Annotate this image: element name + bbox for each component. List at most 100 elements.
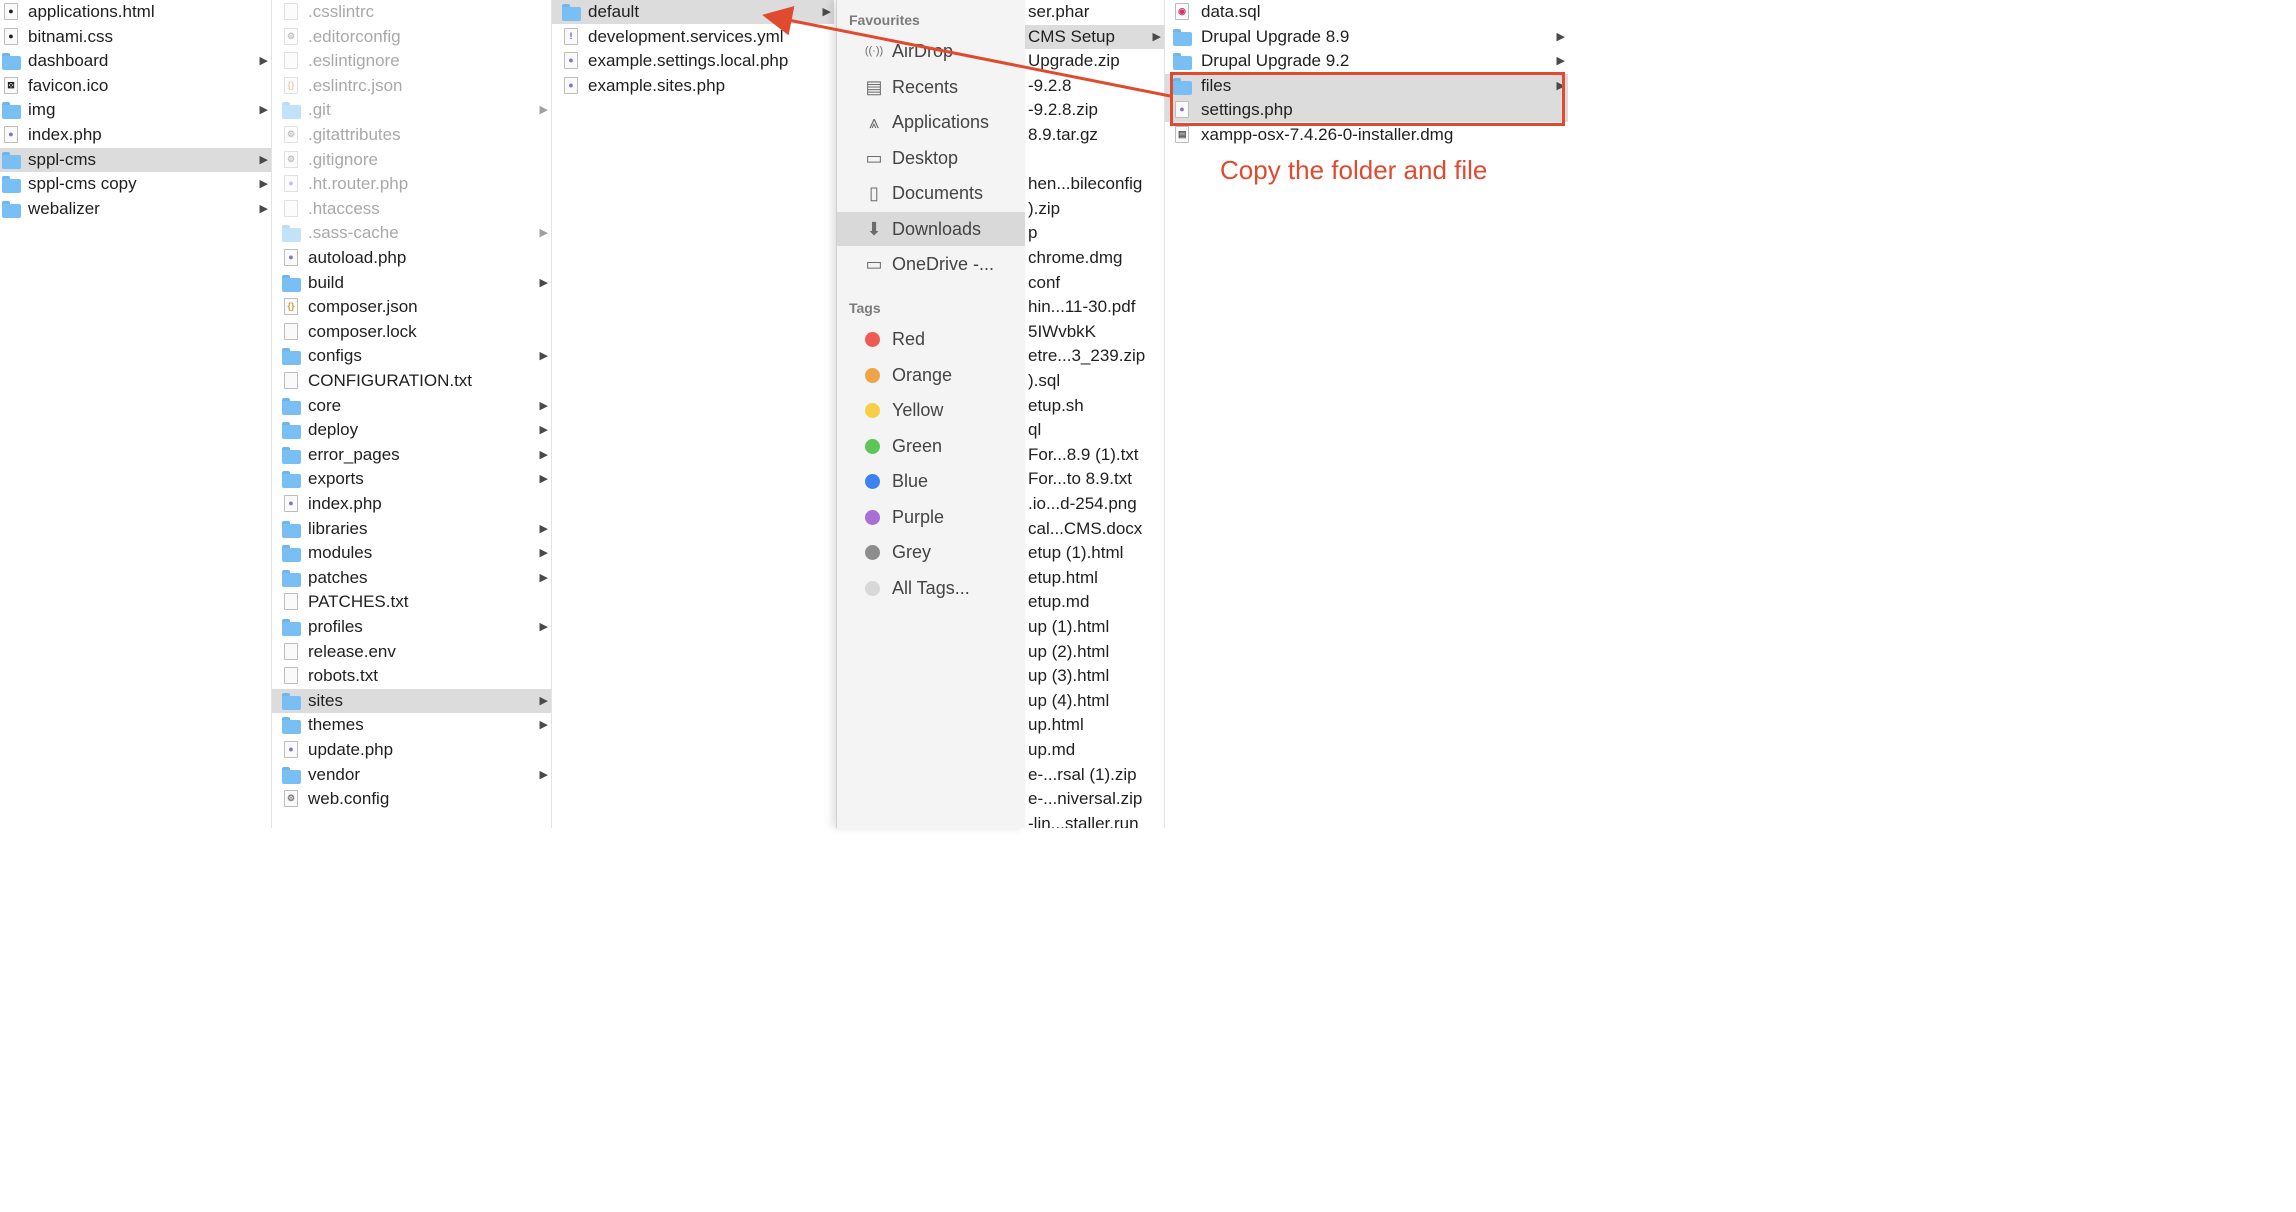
folder-row[interactable]: exports ▶	[272, 467, 551, 491]
file-row[interactable]: e-...rsal (1).zip	[1024, 763, 1164, 787]
folder-row[interactable]: modules ▶	[272, 541, 551, 565]
file-row[interactable]: ● example.sites.php	[552, 74, 834, 98]
file-row[interactable]: robots.txt	[272, 664, 551, 688]
file-row[interactable]: conf	[1024, 271, 1164, 295]
sidebar-tag-label: Red	[892, 329, 926, 349]
sidebar-item[interactable]: ▭ Desktop	[837, 141, 1025, 175]
file-row[interactable]: etup (1).html	[1024, 541, 1164, 565]
file-row[interactable]: For...to 8.9.txt	[1024, 467, 1164, 491]
file-row[interactable]: up.md	[1024, 738, 1164, 762]
folder-row[interactable]: profiles ▶	[272, 615, 551, 639]
file-row[interactable]: CONFIGURATION.txt	[272, 369, 551, 393]
file-row[interactable]: etre...3_239.zip	[1024, 344, 1164, 368]
folder-row[interactable]: error_pages ▶	[272, 443, 551, 467]
file-row[interactable]: -9.2.8	[1024, 74, 1164, 98]
file-row[interactable]: up (3).html	[1024, 664, 1164, 688]
sidebar-item[interactable]: ⬇ Downloads	[837, 211, 1025, 246]
file-row[interactable]: up (4).html	[1024, 689, 1164, 713]
sidebar-tag[interactable]: Red	[837, 322, 1025, 356]
file-row[interactable]: ! development.services.yml	[552, 25, 834, 49]
folder-row[interactable]: default ▶	[552, 0, 834, 24]
folder-row[interactable]: img ▶	[0, 98, 271, 122]
file-row[interactable]: -9.2.8.zip	[1024, 98, 1164, 122]
file-row[interactable]: ● applications.html	[0, 0, 271, 24]
sidebar-item[interactable]: ▤ Recents	[837, 70, 1025, 104]
file-row[interactable]: p	[1024, 221, 1164, 245]
file-row[interactable]: ● autoload.php	[272, 246, 551, 270]
file-row[interactable]: etup.md	[1024, 590, 1164, 614]
sidebar-item[interactable]: ⩓ Applications	[837, 105, 1025, 139]
file-row[interactable]: PATCHES.txt	[272, 590, 551, 614]
file-row[interactable]: etup.html	[1024, 566, 1164, 590]
file-row[interactable]: ● .ht.router.php	[272, 172, 551, 196]
file-row[interactable]: release.env	[272, 640, 551, 664]
sidebar-tag[interactable]: All Tags...	[837, 571, 1025, 605]
file-row[interactable]: ◉ data.sql	[1165, 0, 1568, 24]
folder-row[interactable]: themes ▶	[272, 713, 551, 737]
file-row[interactable]: .csslintrc	[272, 0, 551, 24]
folder-row[interactable]: deploy ▶	[272, 418, 551, 442]
file-row[interactable]: ⚙ web.config	[272, 787, 551, 811]
folder-row[interactable]: .git ▶	[272, 98, 551, 122]
file-row[interactable]: up.html	[1024, 713, 1164, 737]
sidebar-tag[interactable]: Blue	[837, 464, 1025, 498]
file-row[interactable]: ql	[1024, 418, 1164, 442]
sidebar-item[interactable]: ((·)) AirDrop	[837, 34, 1025, 68]
file-row[interactable]: ser.phar	[1024, 0, 1164, 24]
sidebar-tag[interactable]: Grey	[837, 535, 1025, 569]
file-row[interactable]: {} composer.json	[272, 295, 551, 319]
file-row[interactable]: hen...bileconfig	[1024, 172, 1164, 196]
file-row[interactable]: ▤ xampp-osx-7.4.26-0-installer.dmg	[1165, 123, 1568, 147]
folder-row[interactable]: patches ▶	[272, 566, 551, 590]
file-row[interactable]: {} .eslintrc.json	[272, 74, 551, 98]
file-row[interactable]: ⚙ .gitattributes	[272, 123, 551, 147]
file-row[interactable]: ⚙ .editorconfig	[272, 25, 551, 49]
file-row[interactable]: ● bitnami.css	[0, 25, 271, 49]
sidebar-tag[interactable]: Purple	[837, 500, 1025, 534]
file-row[interactable]: ● index.php	[272, 492, 551, 516]
file-row[interactable]: CMS Setup ▶	[1024, 24, 1164, 49]
file-row[interactable]: etup.sh	[1024, 394, 1164, 418]
file-row[interactable]: composer.lock	[272, 320, 551, 344]
file-row[interactable]: -lin...staller.run	[1024, 812, 1164, 828]
file-row[interactable]: ⊠ favicon.ico	[0, 74, 271, 98]
file-row[interactable]: Upgrade.zip	[1024, 49, 1164, 73]
file-row[interactable]: ⚙ .gitignore	[272, 148, 551, 172]
file-row[interactable]: chrome.dmg	[1024, 246, 1164, 270]
folder-row[interactable]: sppl-cms copy ▶	[0, 172, 271, 196]
folder-row[interactable]: webalizer ▶	[0, 197, 271, 221]
file-row[interactable]	[1024, 148, 1164, 172]
file-row[interactable]: .eslintignore	[272, 49, 551, 73]
file-row[interactable]: ● example.settings.local.php	[552, 49, 834, 73]
sidebar-tag[interactable]: Orange	[837, 358, 1025, 392]
sidebar-item[interactable]: ▭ OneDrive -...	[837, 247, 1025, 281]
file-row[interactable]: .io...d-254.png	[1024, 492, 1164, 516]
sidebar-tag[interactable]: Green	[837, 429, 1025, 463]
folder-row[interactable]: Drupal Upgrade 9.2 ▶	[1165, 49, 1568, 73]
folder-row[interactable]: sppl-cms ▶	[0, 147, 271, 172]
folder-row[interactable]: .sass-cache ▶	[272, 221, 551, 245]
file-row[interactable]: For...8.9 (1).txt	[1024, 443, 1164, 467]
file-row[interactable]: e-...niversal.zip	[1024, 787, 1164, 811]
file-row[interactable]: ● update.php	[272, 738, 551, 762]
file-row[interactable]: up (2).html	[1024, 640, 1164, 664]
folder-row[interactable]: configs ▶	[272, 344, 551, 368]
file-row[interactable]: 5IWvbkK	[1024, 320, 1164, 344]
sidebar-item[interactable]: ▯ Documents	[837, 176, 1025, 210]
folder-row[interactable]: build ▶	[272, 271, 551, 295]
sidebar-tag[interactable]: Yellow	[837, 393, 1025, 427]
folder-row[interactable]: libraries ▶	[272, 517, 551, 541]
file-row[interactable]: 8.9.tar.gz	[1024, 123, 1164, 147]
folder-row[interactable]: vendor ▶	[272, 763, 551, 787]
file-row[interactable]: ).sql	[1024, 369, 1164, 393]
file-row[interactable]: ● index.php	[0, 123, 271, 147]
folder-row[interactable]: dashboard ▶	[0, 49, 271, 73]
file-row[interactable]: up (1).html	[1024, 615, 1164, 639]
folder-row[interactable]: Drupal Upgrade 8.9 ▶	[1165, 25, 1568, 49]
file-row[interactable]: .htaccess	[272, 197, 551, 221]
file-row[interactable]: hin...11-30.pdf	[1024, 295, 1164, 319]
folder-row[interactable]: core ▶	[272, 394, 551, 418]
file-row[interactable]: cal...CMS.docx	[1024, 517, 1164, 541]
folder-row[interactable]: sites ▶	[272, 688, 551, 713]
file-row[interactable]: ).zip	[1024, 197, 1164, 221]
